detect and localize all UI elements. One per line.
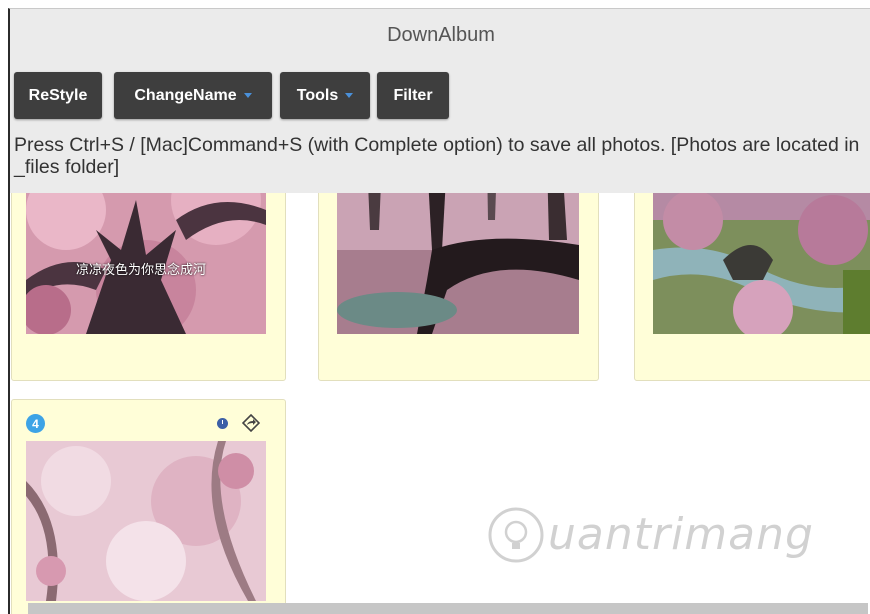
clock-icon[interactable] — [217, 418, 228, 429]
restyle-button[interactable]: ReStyle — [14, 72, 102, 119]
photo-caption: 凉凉夜色为你思念成河 — [76, 262, 207, 277]
lightbulb-icon — [488, 507, 544, 563]
top-toolbar: DownAlbum ReStyle ChangeName Tools Filte… — [10, 9, 870, 193]
photo-card-4[interactable]: 4 — [11, 399, 286, 614]
share-icon[interactable] — [242, 414, 260, 432]
restyle-label: ReStyle — [28, 86, 88, 104]
horizontal-scrollbar[interactable] — [28, 603, 868, 614]
chevron-down-icon — [345, 93, 354, 98]
photo-count-badge: 4 — [26, 414, 45, 433]
save-instructions: Press Ctrl+S / [Mac]Command+S (with Comp… — [14, 134, 860, 178]
filter-label: Filter — [393, 86, 433, 104]
tools-button[interactable]: Tools — [280, 72, 370, 119]
tools-label: Tools — [296, 86, 339, 104]
app-title: DownAlbum — [387, 24, 495, 46]
change-name-button[interactable]: ChangeName — [114, 72, 272, 119]
watermark: uantrimang — [486, 505, 816, 575]
app-window: 凉凉夜色为你思念成河 4 DownAlbum ReStyle ChangeNam… — [8, 8, 870, 614]
watermark-text: uantrimang — [548, 509, 814, 560]
filter-button[interactable]: Filter — [377, 72, 449, 119]
chevron-down-icon — [243, 93, 252, 98]
change-name-label: ChangeName — [134, 86, 237, 104]
photo-image-4[interactable] — [26, 441, 266, 601]
